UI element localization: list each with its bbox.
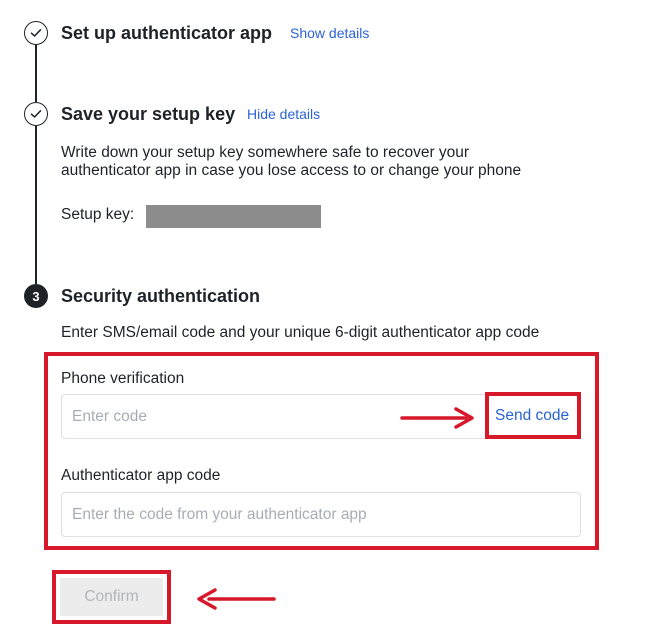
setup-key-label: Setup key:	[61, 206, 135, 223]
step-3-number-badge: 3	[24, 284, 48, 308]
hide-details-link[interactable]: Hide details	[247, 106, 320, 122]
confirm-button[interactable]: Confirm	[60, 578, 163, 616]
step-3-title: Security authentication	[61, 286, 261, 306]
timeline-connector-2-3	[35, 126, 37, 284]
arrow-left-icon	[197, 588, 276, 610]
authenticator-code-label: Authenticator app code	[61, 467, 221, 484]
show-details-link[interactable]: Show details	[290, 25, 369, 41]
security-instruction: Enter SMS/email code and your unique 6-d…	[61, 324, 540, 341]
authenticator-code-input[interactable]	[72, 493, 567, 536]
send-code-button[interactable]: Send code	[495, 407, 569, 425]
timeline-connector-1-2	[35, 44, 37, 102]
setup-key-value-redacted	[146, 205, 321, 228]
step-1-title: Set up authenticator app	[61, 23, 273, 43]
setup-key-description: Write down your setup key somewhere safe…	[61, 144, 522, 179]
phone-verification-label: Phone verification	[61, 370, 185, 387]
step-1-check-icon	[24, 21, 48, 45]
arrow-right-icon	[400, 407, 474, 429]
step-2-title: Save your setup key	[61, 104, 236, 124]
authenticator-code-field	[61, 492, 581, 537]
step-2-check-icon	[24, 102, 48, 126]
